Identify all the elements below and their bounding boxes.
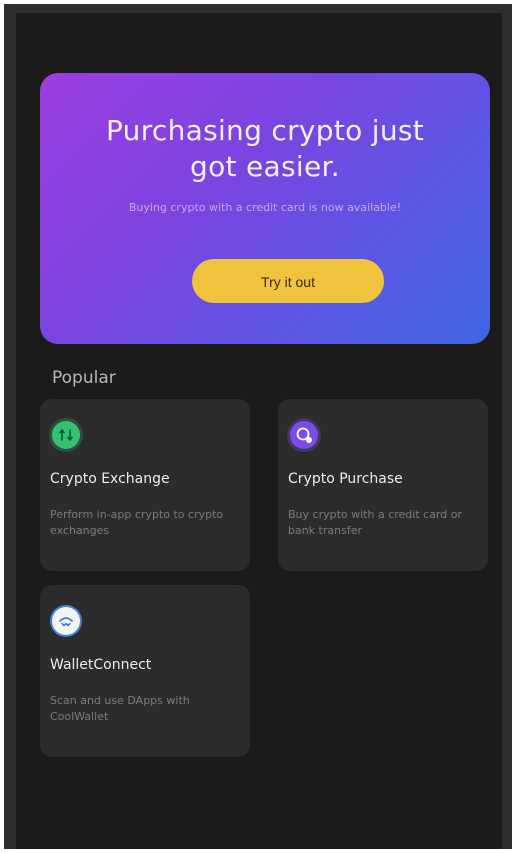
walletconnect-icon — [52, 607, 80, 635]
exchange-icon — [52, 421, 80, 449]
card-walletconnect[interactable]: WalletConnect Scan and use DApps with Co… — [40, 585, 250, 757]
card-description: Perform in-app crypto to crypto exchange… — [50, 508, 224, 537]
promo-banner: Purchasing crypto just got easier. Buyin… — [40, 73, 490, 344]
card-crypto-purchase[interactable]: Crypto Purchase Buy crypto with a credit… — [278, 399, 488, 571]
app-screen: Purchasing crypto just got easier. Buyin… — [16, 13, 502, 849]
card-crypto-exchange[interactable]: Crypto Exchange Perform in-app crypto to… — [40, 399, 250, 571]
card-title: Crypto Exchange — [50, 471, 170, 487]
promo-title: Purchasing crypto just got easier. — [105, 114, 425, 183]
try-it-out-button[interactable]: Try it out — [192, 259, 384, 303]
promo-subtitle: Buying crypto with a credit card is now … — [128, 201, 402, 214]
popular-section-title: Popular — [52, 368, 116, 388]
purchase-icon — [290, 421, 318, 449]
card-title: Crypto Purchase — [288, 471, 403, 487]
card-description: Buy crypto with a credit card or bank tr… — [288, 508, 462, 537]
device-frame: Purchasing crypto just got easier. Buyin… — [4, 4, 512, 849]
card-description: Scan and use DApps with CoolWallet — [50, 694, 190, 723]
card-title: WalletConnect — [50, 657, 152, 673]
